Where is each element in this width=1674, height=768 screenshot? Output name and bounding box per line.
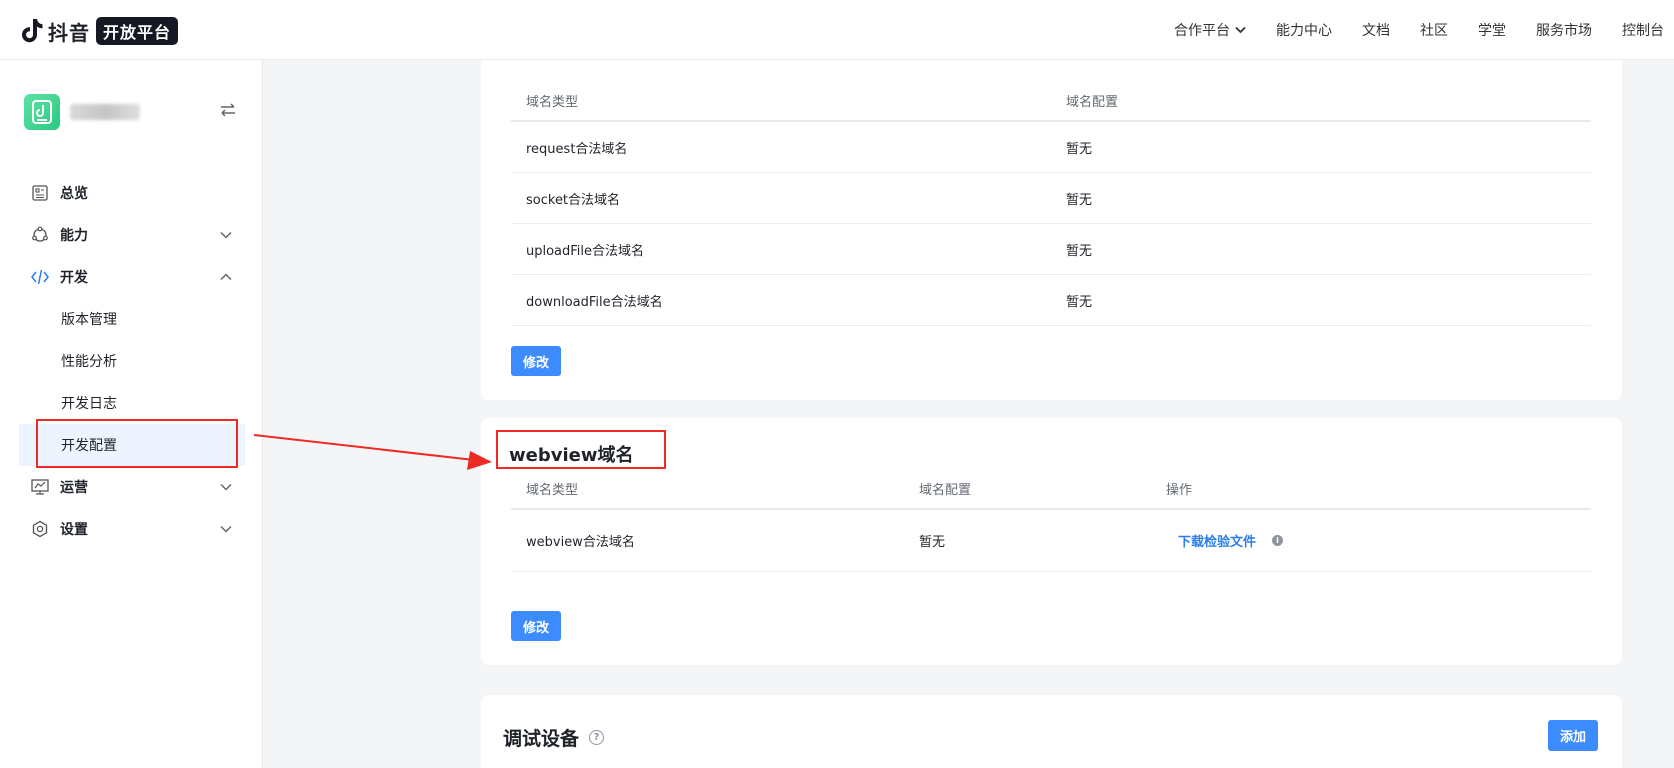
sidebar-item-overview[interactable]: 总览 [0,172,262,214]
chevron-up-icon [220,269,232,285]
chevron-down-icon [220,227,232,243]
capability-icon [30,225,50,245]
top-navbar: 抖音 开放平台 合作平台 能力中心 文档 社区 学堂 服务市场 控制台 [0,0,1674,60]
chevron-down-icon [220,479,232,495]
add-debug-device-button[interactable]: 添加 [1548,720,1599,751]
nav-docs[interactable]: 文档 [1362,20,1390,40]
code-icon [30,267,50,287]
webview-domain-table: 域名类型 域名配置 操作 webview合法域名 暂无 下载检验文件 i [511,468,1591,572]
sidebar-item-develop[interactable]: 开发 [0,256,262,298]
swap-icon[interactable] [220,102,236,122]
nav-capability-center[interactable]: 能力中心 [1276,20,1332,40]
chevron-down-icon [220,521,232,537]
server-domain-edit-button[interactable]: 修改 [511,346,562,376]
settings-icon [30,519,50,539]
nav-academy[interactable]: 学堂 [1478,20,1506,40]
debug-devices-card: 调试设备 ? 添加 [481,695,1622,768]
annotation-highlight-box [496,430,666,469]
table-row: uploadFile合法域名 暂无 [511,224,1591,275]
help-icon[interactable]: ? [589,730,605,745]
douyin-logo-icon [22,18,44,44]
sidebar: 总览 能力 开发 版本管理 性能分析 开发日志 开发配置 运营 设置 [0,60,263,768]
sidebar-item-capability[interactable]: 能力 [0,214,262,256]
table-row: request合法域名 暂无 [511,122,1591,173]
server-domain-card: 域名类型 域名配置 request合法域名 暂无 socket合法域名 暂无 u… [481,60,1622,400]
top-nav-menu: 合作平台 能力中心 文档 社区 学堂 服务市场 控制台 [1174,0,1674,60]
operation-icon [30,477,50,497]
brand-name: 抖音 [48,20,90,45]
brand-badge: 开放平台 [96,17,179,45]
nav-community[interactable]: 社区 [1420,20,1448,40]
app-avatar [24,94,60,130]
server-domain-table: 域名类型 域名配置 request合法域名 暂无 socket合法域名 暂无 u… [511,80,1591,326]
table-row: socket合法域名 暂无 [511,173,1591,224]
annotation-highlight-box [36,419,238,468]
info-icon[interactable]: i [1272,535,1284,546]
nav-console[interactable]: 控制台 [1622,20,1664,40]
table-header: 域名类型 域名配置 [511,80,1591,122]
webview-domain-edit-button[interactable]: 修改 [511,611,562,641]
sidebar-item-operation[interactable]: 运营 [0,466,262,508]
chevron-down-icon [1235,22,1246,38]
app-name-redacted [70,104,140,120]
download-verify-file-link[interactable]: 下载检验文件 [1178,535,1256,550]
nav-service-market[interactable]: 服务市场 [1536,20,1592,40]
table-row: webview合法域名 暂无 下载检验文件 i [511,510,1591,572]
sidebar-menu: 总览 能力 开发 版本管理 性能分析 开发日志 开发配置 运营 设置 [0,172,262,550]
app-switcher [24,90,244,134]
brand-logo-link[interactable]: 抖音 开放平台 [22,16,179,46]
sidebar-subitem-version-management[interactable]: 版本管理 [0,298,262,340]
table-row: downloadFile合法域名 暂无 [511,275,1591,326]
dashboard-icon [30,183,50,203]
sidebar-subitem-performance-analysis[interactable]: 性能分析 [0,340,262,382]
sidebar-subitem-dev-log[interactable]: 开发日志 [0,382,262,424]
sidebar-item-settings[interactable]: 设置 [0,508,262,550]
debug-devices-title: 调试设备 [503,728,580,750]
table-header: 域名类型 域名配置 操作 [511,468,1591,510]
nav-partner-platform[interactable]: 合作平台 [1174,20,1246,40]
